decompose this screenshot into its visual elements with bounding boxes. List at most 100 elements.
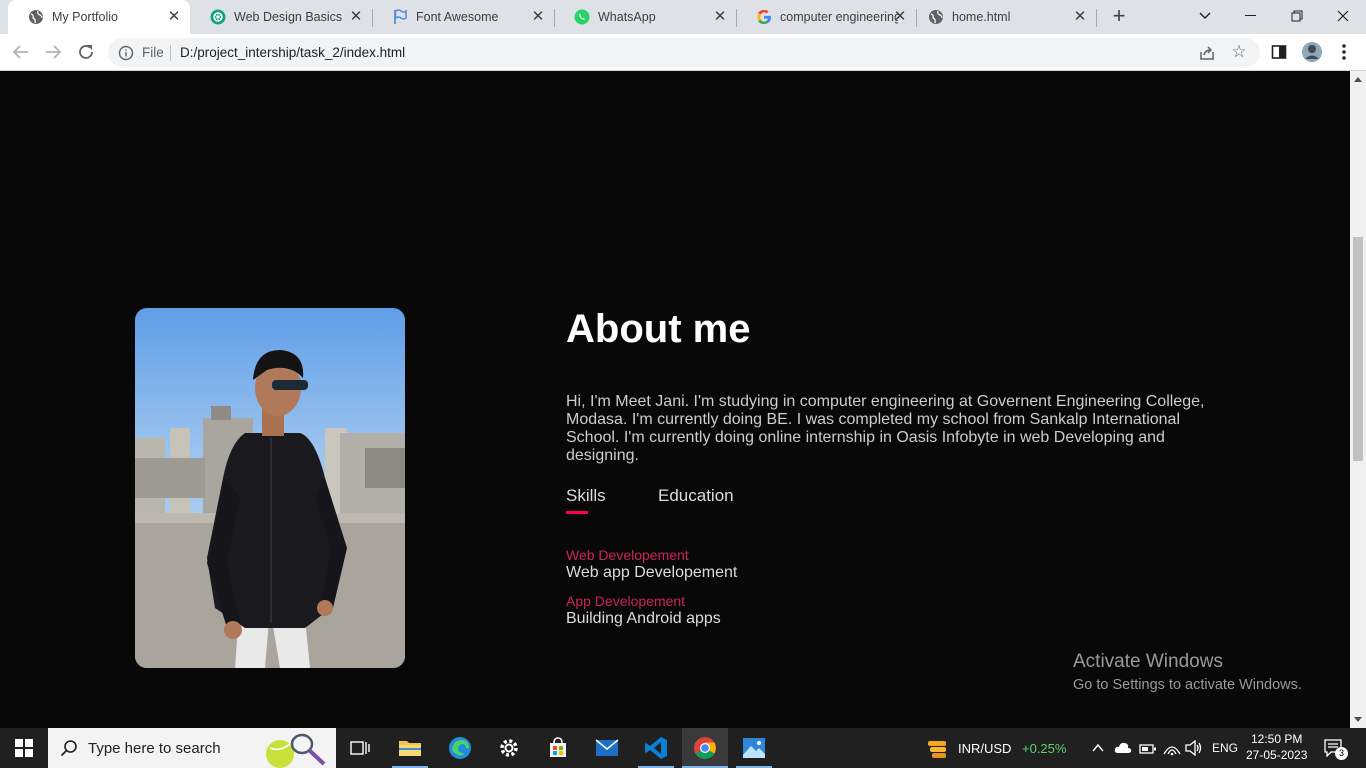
activate-windows-watermark: Activate Windows Go to Settings to activ… bbox=[1073, 651, 1302, 693]
profile-avatar[interactable] bbox=[1300, 40, 1324, 64]
scheme-label: File bbox=[142, 45, 164, 60]
tab-title: WhatsApp bbox=[598, 10, 656, 24]
address-bar[interactable]: File D:/project_intership/task_2/index.h… bbox=[108, 38, 1260, 67]
close-icon[interactable]: ✕ bbox=[166, 9, 182, 25]
profile-photo bbox=[135, 308, 405, 668]
side-panel-icon bbox=[1271, 45, 1287, 59]
close-icon[interactable]: ✕ bbox=[348, 9, 364, 25]
vertical-scrollbar[interactable] bbox=[1350, 71, 1366, 728]
bookmark-star-icon[interactable]: ☆ bbox=[1229, 42, 1249, 62]
close-window-button[interactable] bbox=[1320, 0, 1366, 32]
tab-font-awesome[interactable]: Font Awesome ✕ bbox=[372, 0, 554, 34]
windows-logo-icon bbox=[15, 739, 33, 757]
restore-button[interactable] bbox=[1274, 0, 1320, 32]
active-tab-underline bbox=[566, 511, 588, 514]
watermark-title: Activate Windows bbox=[1073, 651, 1223, 672]
chrome-button[interactable] bbox=[682, 728, 728, 768]
watermark-subtitle: Go to Settings to activate Windows. bbox=[1073, 677, 1302, 693]
tab-whatsapp[interactable]: WhatsApp ✕ bbox=[554, 0, 736, 34]
vscode-icon bbox=[645, 737, 667, 759]
close-icon[interactable]: ✕ bbox=[530, 9, 546, 25]
tab-web-design-basics[interactable]: Web Design Basics ✕ bbox=[190, 0, 372, 34]
folder-icon bbox=[399, 741, 421, 756]
settings-button[interactable] bbox=[491, 728, 527, 768]
scroll-down-arrow-icon bbox=[1354, 717, 1362, 722]
wifi-icon[interactable] bbox=[1163, 740, 1181, 761]
scrollbar-thumb[interactable] bbox=[1353, 237, 1363, 461]
skill-category: App Developement bbox=[566, 593, 686, 609]
language-indicator[interactable]: ENG bbox=[1212, 741, 1238, 755]
chevron-up-icon[interactable] bbox=[1091, 741, 1105, 760]
chrome-icon bbox=[694, 737, 716, 759]
tab-computer-engineering[interactable]: computer engineering ✕ bbox=[736, 0, 916, 34]
notification-center-button[interactable]: 3 bbox=[1324, 739, 1348, 760]
new-tab-button[interactable]: + bbox=[1108, 5, 1130, 28]
taskbar-search[interactable]: Type here to search bbox=[48, 728, 336, 768]
tab-my-portfolio[interactable]: My Portfolio ✕ bbox=[8, 0, 190, 34]
vscode-button[interactable] bbox=[638, 728, 674, 768]
clock[interactable]: 12:50 PM 27-05-2023 bbox=[1246, 731, 1307, 763]
tab-title: My Portfolio bbox=[52, 10, 118, 24]
google-icon bbox=[756, 9, 772, 25]
minimize-button[interactable] bbox=[1228, 0, 1274, 32]
arrow-left-icon bbox=[12, 45, 28, 59]
tab-title: computer engineering bbox=[780, 10, 898, 24]
tab-title: home.html bbox=[952, 10, 1011, 24]
side-panel-button[interactable] bbox=[1267, 40, 1291, 64]
mail-icon bbox=[595, 739, 619, 756]
currency-change: +0.25% bbox=[1022, 741, 1067, 756]
task-view-button[interactable] bbox=[344, 728, 376, 768]
about-paragraph: Hi, I'm Meet Jani. I'm studying in compu… bbox=[566, 393, 1205, 464]
taskbar: Type here to search INR/USD +0.25% ENG 1… bbox=[0, 728, 1366, 768]
browser-toolbar: File D:/project_intership/task_2/index.h… bbox=[0, 34, 1366, 71]
clock-date: 27-05-2023 bbox=[1246, 748, 1308, 762]
scroll-up-arrow-icon bbox=[1354, 77, 1362, 82]
list-item: App Developement Building Android apps bbox=[566, 593, 721, 628]
tab-search-button[interactable] bbox=[1182, 0, 1228, 32]
close-icon[interactable]: ✕ bbox=[712, 9, 728, 25]
speaker-icon[interactable] bbox=[1185, 739, 1203, 761]
close-icon[interactable]: ✕ bbox=[1072, 9, 1088, 25]
cloud-icon[interactable] bbox=[1114, 741, 1132, 760]
share-icon[interactable] bbox=[1198, 44, 1216, 62]
start-button[interactable] bbox=[0, 728, 48, 768]
skill-description: Web app Developement bbox=[566, 564, 738, 581]
battery-icon[interactable] bbox=[1139, 742, 1157, 760]
tab-home-html[interactable]: home.html ✕ bbox=[908, 0, 1096, 34]
info-icon[interactable] bbox=[118, 45, 134, 61]
currency-widget-icon[interactable] bbox=[926, 737, 948, 764]
tab-strip: My Portfolio ✕ Web Design Basics ✕ Font … bbox=[0, 0, 1366, 34]
clock-time: 12:50 PM bbox=[1251, 732, 1303, 746]
menu-button[interactable] bbox=[1332, 40, 1356, 64]
more-vert-icon bbox=[1342, 44, 1346, 60]
tab-title: Web Design Basics bbox=[234, 10, 343, 24]
flag-icon bbox=[392, 9, 408, 25]
globe-icon bbox=[28, 9, 44, 25]
globe-icon bbox=[928, 9, 944, 25]
gear-icon bbox=[500, 739, 518, 757]
skill-description: Building Android apps bbox=[566, 610, 721, 627]
url-text[interactable]: D:/project_intership/task_2/index.html bbox=[180, 45, 405, 60]
store-button[interactable] bbox=[540, 728, 576, 768]
mail-button[interactable] bbox=[589, 728, 625, 768]
search-placeholder: Type here to search bbox=[88, 740, 221, 757]
edge-icon bbox=[449, 737, 471, 759]
tab-title: Font Awesome bbox=[416, 10, 499, 24]
tab-skills[interactable]: Skills bbox=[566, 486, 606, 506]
file-explorer-button[interactable] bbox=[392, 728, 428, 768]
close-icon[interactable]: ✕ bbox=[892, 9, 908, 25]
edge-button[interactable] bbox=[442, 728, 478, 768]
tab-education[interactable]: Education bbox=[658, 486, 734, 506]
arrow-right-icon bbox=[46, 45, 62, 59]
list-item: Web Developement Web app Developement bbox=[566, 547, 737, 582]
notification-badge: 3 bbox=[1335, 747, 1348, 760]
photos-button[interactable] bbox=[736, 728, 772, 768]
photos-icon bbox=[743, 738, 765, 758]
page-viewport: About me Hi, I'm Meet Jani. I'm studying… bbox=[0, 71, 1350, 728]
search-icon bbox=[60, 739, 78, 757]
currency-label[interactable]: INR/USD bbox=[958, 741, 1011, 756]
forward-button[interactable] bbox=[41, 40, 65, 64]
back-button[interactable] bbox=[9, 40, 33, 64]
reload-button[interactable] bbox=[74, 40, 98, 64]
task-view-icon bbox=[350, 741, 370, 755]
